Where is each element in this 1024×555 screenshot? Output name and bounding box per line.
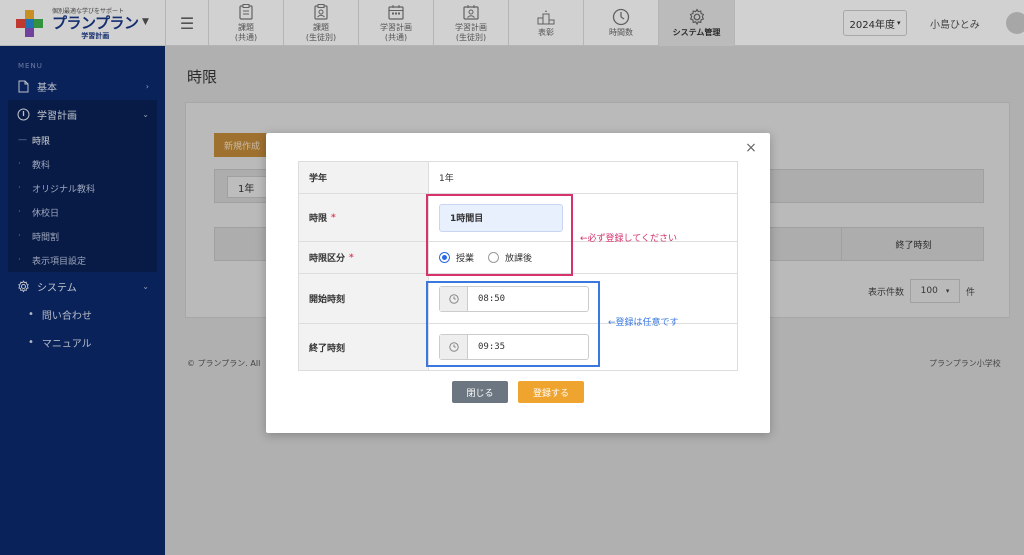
annotation-required-box [426,194,573,276]
annotation-required-text: ←必ず登録してください [580,234,678,244]
field-label-text: 学年 [309,174,328,184]
annotation-optional-text: ←登録は任意です [608,318,679,328]
field-label: 学年 [299,162,429,193]
field-label: 時限 * [299,194,429,241]
close-button[interactable]: 閉じる [452,381,508,403]
required-mark: * [349,252,354,263]
field-label-text: 時限区分 [309,254,346,264]
register-button[interactable]: 登録する [518,381,584,403]
grade-value: 1年 [439,174,454,184]
period-edit-modal: × 学年 1年 時限 * 1時間目 時限区分 * 授業 放課後 開始時刻 08:… [266,133,770,433]
field-label: 開始時刻 [299,274,429,323]
required-mark: * [331,212,336,223]
annotation-optional-box [426,281,600,367]
field-label: 終了時刻 [299,324,429,370]
form-row-grade: 学年 1年 [299,162,737,194]
close-icon[interactable]: × [742,139,760,157]
field-label-text: 終了時刻 [309,343,346,354]
field-label-text: 時限 [309,214,328,224]
field-label-text: 開始時刻 [309,295,346,305]
field-label: 時限区分 * [299,242,429,273]
